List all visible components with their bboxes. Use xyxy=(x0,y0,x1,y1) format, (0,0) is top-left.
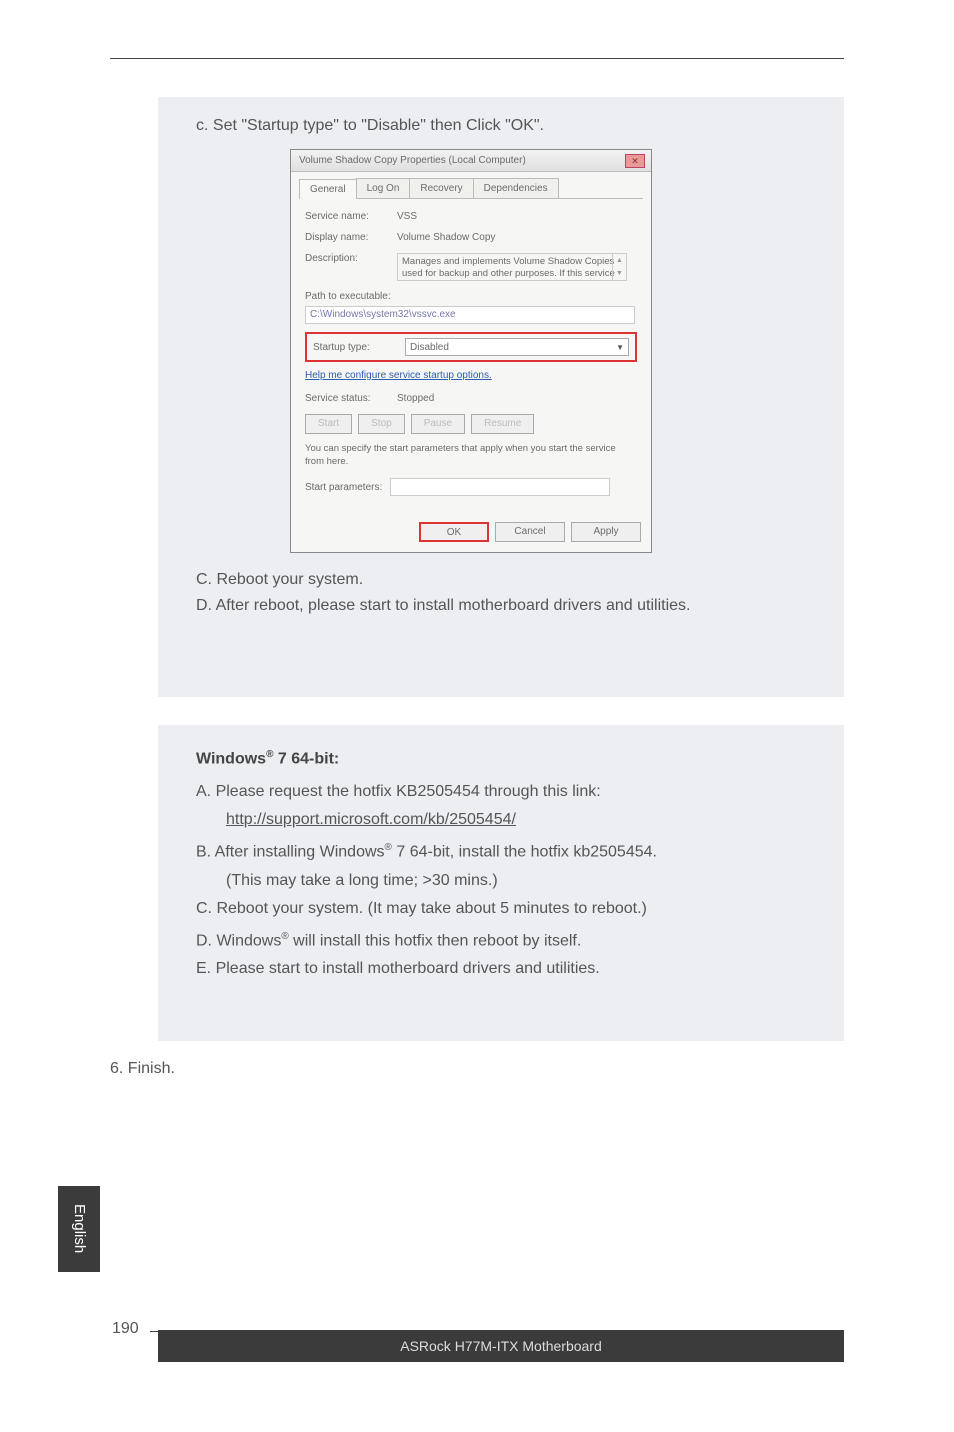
path-label: Path to executable: xyxy=(305,291,637,302)
instruction-box-1: c. Set "Startup type" to "Disable" then … xyxy=(158,97,844,697)
win7-heading-post: 7 64-bit: xyxy=(273,750,339,767)
properties-dialog: Volume Shadow Copy Properties (Local Com… xyxy=(290,149,652,553)
close-icon[interactable]: ✕ xyxy=(625,154,645,168)
step-b2: (This may take a long time; >30 mins.) xyxy=(196,867,814,895)
description-label: Description: xyxy=(305,253,397,264)
registered-icon: ® xyxy=(385,842,392,853)
resume-button[interactable]: Resume xyxy=(471,414,534,434)
step-c-reboot: C. Reboot your system. xyxy=(196,567,814,593)
dialog-tabs: General Log On Recovery Dependencies xyxy=(299,178,643,199)
step-b1: B. After installing Windows® 7 64-bit, i… xyxy=(196,834,814,866)
step-c-text: c. Set "Startup type" to "Disable" then … xyxy=(196,117,814,135)
pause-button[interactable]: Pause xyxy=(411,414,465,434)
step-b1-post: 7 64-bit, install the hotfix kb2505454. xyxy=(392,844,657,861)
stop-button[interactable]: Stop xyxy=(358,414,405,434)
tab-dependencies[interactable]: Dependencies xyxy=(473,178,559,198)
registered-icon: ® xyxy=(281,931,288,942)
startup-type-highlight: Startup type: Disabled ▼ xyxy=(305,332,637,362)
step-d-pre: D. Windows xyxy=(196,932,281,949)
startup-type-value: Disabled xyxy=(410,342,449,353)
step-c2: C. Reboot your system. (It may take abou… xyxy=(196,895,814,923)
dialog-body: Service name: VSS Display name: Volume S… xyxy=(291,199,651,516)
hotfix-link[interactable]: http://support.microsoft.com/kb/2505454/ xyxy=(226,811,516,828)
language-tab: English xyxy=(58,1186,100,1272)
service-status-value: Stopped xyxy=(397,393,434,404)
step-a1: A. Please request the hotfix KB2505454 t… xyxy=(196,778,814,806)
step-b1-pre: B. After installing Windows xyxy=(196,844,385,861)
step-6: 6. Finish. xyxy=(110,1060,175,1078)
start-params-note: You can specify the start parameters tha… xyxy=(305,442,637,468)
page-number: 190 xyxy=(112,1320,139,1338)
service-name-value: VSS xyxy=(397,211,417,222)
cancel-button[interactable]: Cancel xyxy=(495,522,565,542)
help-link[interactable]: Help me configure service startup option… xyxy=(305,370,637,381)
chevron-down-icon: ▼ xyxy=(616,343,624,352)
description-scrollbar[interactable]: ▲▼ xyxy=(612,254,626,280)
win7-heading: Windows® 7 64-bit: xyxy=(196,749,814,768)
tab-logon[interactable]: Log On xyxy=(356,178,411,198)
footer-title: ASRock H77M-ITX Motherboard xyxy=(158,1330,844,1362)
instruction-box-2: Windows® 7 64-bit: A. Please request the… xyxy=(158,725,844,1041)
startup-type-label: Startup type: xyxy=(313,342,405,353)
ok-button[interactable]: OK xyxy=(419,522,489,542)
tab-general[interactable]: General xyxy=(299,179,357,199)
step-d2: D. Windows® will install this hotfix the… xyxy=(196,923,814,955)
path-value: C:\Windows\system32\vssvc.exe xyxy=(305,306,635,324)
apply-button[interactable]: Apply xyxy=(571,522,641,542)
tab-recovery[interactable]: Recovery xyxy=(409,178,473,198)
step-d-post: will install this hotfix then reboot by … xyxy=(289,932,582,949)
win7-heading-pre: Windows xyxy=(196,750,266,767)
display-name-value: Volume Shadow Copy xyxy=(397,232,495,243)
description-text: Manages and implements Volume Shadow Cop… xyxy=(397,253,627,281)
start-params-label: Start parameters: xyxy=(305,482,382,493)
start-button[interactable]: Start xyxy=(305,414,352,434)
scroll-down-icon[interactable]: ▼ xyxy=(612,267,626,280)
description-value: Manages and implements Volume Shadow Cop… xyxy=(402,256,615,279)
top-divider xyxy=(110,58,844,59)
step-d-after: D. After reboot, please start to install… xyxy=(196,593,814,619)
start-params-input[interactable] xyxy=(390,478,610,496)
scroll-up-icon[interactable]: ▲ xyxy=(612,254,626,267)
service-status-label: Service status: xyxy=(305,393,397,404)
display-name-label: Display name: xyxy=(305,232,397,243)
step-e: E. Please start to install motherboard d… xyxy=(196,955,814,983)
dialog-title: Volume Shadow Copy Properties (Local Com… xyxy=(291,150,651,172)
service-name-label: Service name: xyxy=(305,211,397,222)
startup-type-select[interactable]: Disabled ▼ xyxy=(405,338,629,356)
